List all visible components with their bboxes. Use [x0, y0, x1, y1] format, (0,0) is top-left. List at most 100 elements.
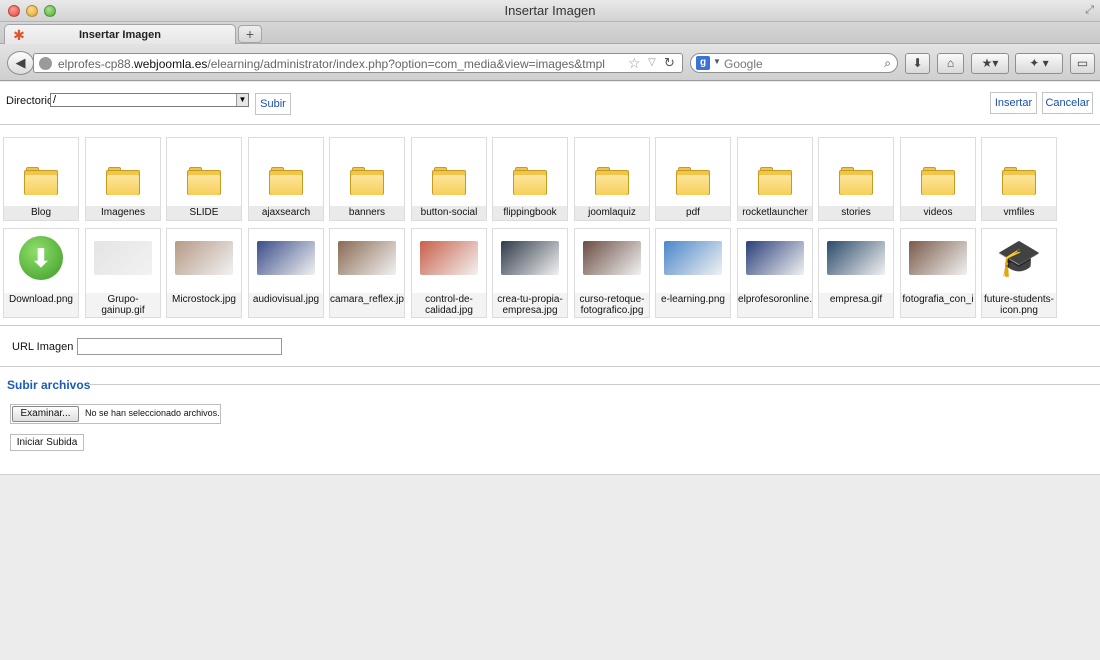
image-thumbnail	[257, 241, 315, 275]
image-thumbnail	[420, 241, 478, 275]
reload-icon[interactable]: ↻	[664, 55, 675, 71]
folder-item[interactable]: SLIDE	[166, 137, 242, 221]
image-item[interactable]: crea-tu-propia-empresa.jpg	[492, 228, 568, 318]
image-item[interactable]: Grupo-gainup.gif	[85, 228, 161, 318]
file-input[interactable]: Examinar... No se han seleccionado archi…	[10, 404, 221, 424]
folder-icon	[24, 167, 58, 195]
folder-thumb	[86, 138, 160, 208]
folder-thumb	[493, 138, 567, 208]
tab-label: Insertar Imagen	[79, 29, 161, 41]
folder-icon	[513, 167, 547, 195]
home-icon[interactable]: ⌂	[937, 53, 964, 74]
panel-icon[interactable]: ▭	[1070, 53, 1095, 74]
media-manager-page: Directorio / ▼ Subir Insertar Cancelar B…	[0, 82, 1100, 475]
folder-thumb	[901, 138, 975, 208]
folder-name: rocketlauncher	[738, 206, 812, 220]
divider	[90, 384, 1100, 385]
image-thumbnail	[746, 241, 804, 275]
folder-name: banners	[330, 206, 404, 220]
image-item[interactable]: ⬇ Download.png	[3, 228, 79, 318]
image-name: camara_reflex.jp	[330, 293, 404, 317]
image-name: empresa.gif	[819, 293, 893, 317]
image-thumb	[738, 229, 812, 287]
window-titlebar: Insertar Imagen ⤢	[0, 0, 1100, 22]
address-bar[interactable]: elprofes-cp88.webjoomla.es/elearning/adm…	[33, 53, 683, 73]
subir-button[interactable]: Subir	[255, 93, 291, 115]
folder-item[interactable]: rocketlauncher	[737, 137, 813, 221]
folder-item[interactable]: button-social	[411, 137, 487, 221]
search-input[interactable]: Google	[724, 57, 763, 71]
image-thumbnail	[501, 241, 559, 275]
image-name: crea-tu-propia-empresa.jpg	[493, 293, 567, 317]
folder-icon	[269, 167, 303, 195]
search-icon[interactable]: ⌕	[884, 56, 891, 71]
directory-value: /	[53, 94, 57, 106]
image-thumb	[493, 229, 567, 287]
fullscreen-icon[interactable]: ⤢	[1085, 4, 1094, 17]
addon-icon[interactable]: ✦ ▾	[1015, 53, 1063, 74]
folder-item[interactable]: joomlaquiz	[574, 137, 650, 221]
start-upload-button[interactable]: Iniciar Subida	[10, 434, 84, 451]
tab-insertar-imagen[interactable]: ✱ Insertar Imagen	[4, 24, 236, 45]
folder-item[interactable]: pdf	[655, 137, 731, 221]
image-name: Download.png	[4, 293, 78, 317]
folder-icon	[921, 167, 955, 195]
history-dropdown-icon[interactable]: ▽	[648, 57, 656, 68]
folder-item[interactable]: stories	[818, 137, 894, 221]
image-item[interactable]: Microstock.jpg	[166, 228, 242, 318]
image-thumb	[656, 229, 730, 287]
image-thumbnail	[94, 241, 152, 275]
browse-button[interactable]: Examinar...	[12, 406, 79, 422]
image-item[interactable]: fotografia_con_i	[900, 228, 976, 318]
chevron-down-icon[interactable]: ▼	[713, 57, 721, 66]
search-bar[interactable]: g ▼ Google ⌕	[690, 53, 898, 73]
image-name: Microstock.jpg	[167, 293, 241, 317]
image-thumbnail	[827, 241, 885, 275]
folder-item[interactable]: banners	[329, 137, 405, 221]
image-item[interactable]: audiovisual.jpg	[248, 228, 324, 318]
image-thumb	[819, 229, 893, 287]
image-item[interactable]: elprofesoronline.	[737, 228, 813, 318]
folder-item[interactable]: flippingbook	[492, 137, 568, 221]
folder-item[interactable]: videos	[900, 137, 976, 221]
image-thumbnail	[338, 241, 396, 275]
folder-thumb	[575, 138, 649, 208]
image-item[interactable]: camara_reflex.jp	[329, 228, 405, 318]
directory-select[interactable]: / ▼	[50, 93, 249, 107]
folder-name: videos	[901, 206, 975, 220]
folder-item[interactable]: ajaxsearch	[248, 137, 324, 221]
folder-thumb	[4, 138, 78, 208]
bookmark-star-icon[interactable]: ☆	[628, 55, 641, 72]
url-text[interactable]: elprofes-cp88.webjoomla.es/elearning/adm…	[58, 57, 648, 71]
image-thumbnail	[583, 241, 641, 275]
insert-button[interactable]: Insertar	[990, 92, 1037, 114]
image-item[interactable]: 🎓 future-students-icon.png	[981, 228, 1057, 318]
folder-item[interactable]: Blog	[3, 137, 79, 221]
download-icon[interactable]: ⬇	[905, 53, 930, 74]
image-thumb	[86, 229, 160, 287]
folder-name: pdf	[656, 206, 730, 220]
back-button[interactable]: ◀	[7, 51, 34, 75]
bookmarks-icon[interactable]: ★▾	[971, 53, 1009, 74]
image-url-input[interactable]	[77, 338, 282, 355]
folder-item[interactable]: vmfiles	[981, 137, 1057, 221]
folder-thumb	[738, 138, 812, 208]
image-item[interactable]: curso-retoque-fotografico.jpg	[574, 228, 650, 318]
chevron-down-icon[interactable]: ▼	[236, 94, 248, 106]
image-name: e-learning.png	[656, 293, 730, 317]
folder-icon	[595, 167, 629, 195]
google-icon[interactable]: g	[696, 56, 710, 70]
new-tab-button[interactable]: +	[238, 25, 262, 43]
cancel-button[interactable]: Cancelar	[1042, 92, 1093, 114]
image-item[interactable]: empresa.gif	[818, 228, 894, 318]
image-item[interactable]: e-learning.png	[655, 228, 731, 318]
media-grid: Blog Imagenes SLIDE ajaxsearch banners button…	[3, 137, 1063, 318]
download-arrow-icon: ⬇	[19, 236, 63, 280]
folder-name: joomlaquiz	[575, 206, 649, 220]
no-file-text: No se han seleccionado archivos.	[85, 408, 220, 418]
image-item[interactable]: control-de-calidad.jpg	[411, 228, 487, 318]
image-thumb	[901, 229, 975, 287]
folder-item[interactable]: Imagenes	[85, 137, 161, 221]
folder-name: stories	[819, 206, 893, 220]
upload-section: Examinar... No se han seleccionado archi…	[0, 392, 1100, 475]
